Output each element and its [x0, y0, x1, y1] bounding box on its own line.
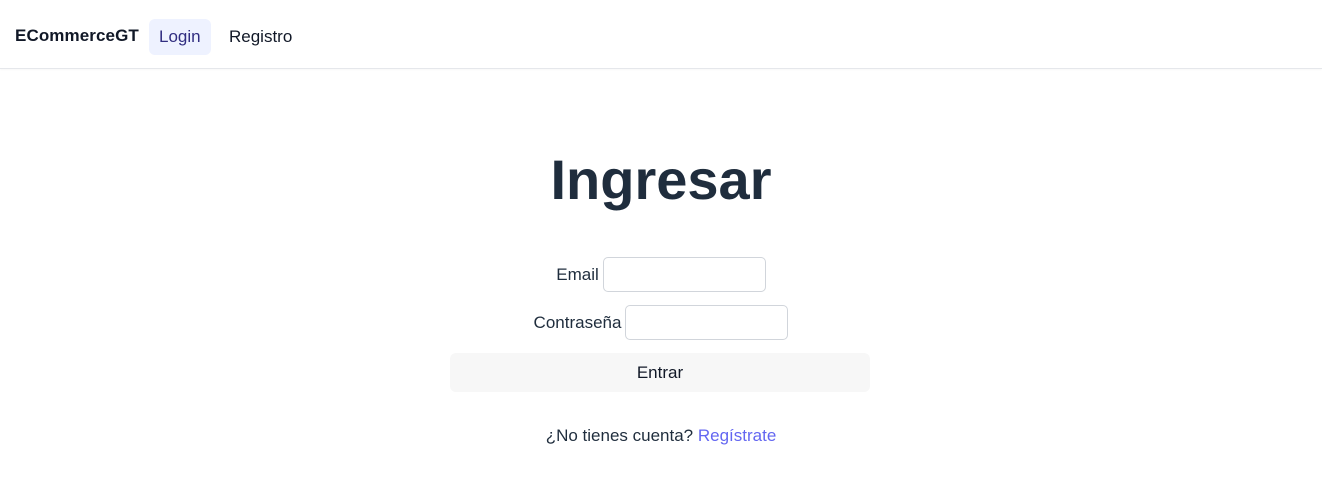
- signup-prompt-text: ¿No tienes cuenta?: [545, 426, 694, 445]
- brand-logo[interactable]: ECommerceGT: [15, 26, 139, 46]
- password-row: Contraseña: [0, 304, 1322, 341]
- page-title: Ingresar: [550, 148, 772, 211]
- password-input[interactable]: [625, 305, 789, 340]
- signup-prompt: ¿No tienes cuenta? Regístrate: [0, 426, 1322, 446]
- submit-button[interactable]: Entrar: [450, 353, 870, 392]
- nav-link-login[interactable]: Login: [149, 19, 211, 55]
- navbar: ECommerceGT Login Registro: [0, 0, 1322, 69]
- email-row: Email: [0, 256, 1322, 293]
- signup-link[interactable]: Regístrate: [698, 426, 776, 445]
- nav-link-registro[interactable]: Registro: [219, 19, 302, 55]
- email-input[interactable]: [602, 257, 766, 292]
- email-label: Email: [556, 264, 599, 284]
- password-label: Contraseña: [533, 312, 622, 332]
